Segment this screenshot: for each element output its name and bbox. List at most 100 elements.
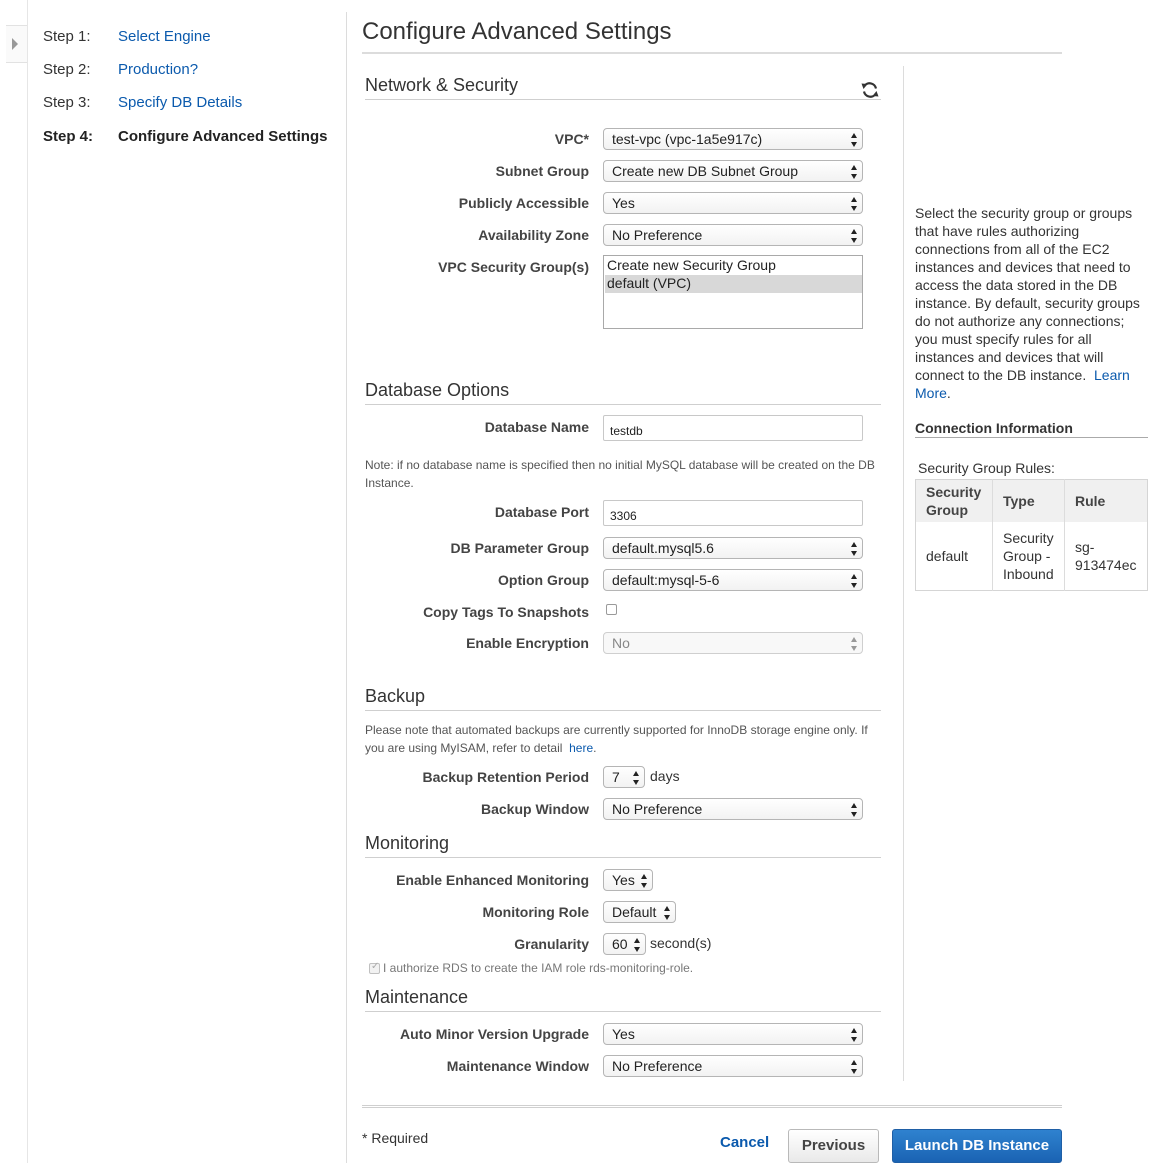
monitoring-section-rule	[365, 857, 881, 858]
launch-db-instance-button[interactable]: Launch DB Instance	[892, 1129, 1062, 1163]
backup-window-value: No Preference	[612, 801, 703, 817]
select-arrows-icon	[851, 133, 858, 147]
subnet-group-select[interactable]: Create new DB Subnet Group	[603, 160, 863, 182]
select-arrows-icon	[664, 906, 671, 920]
monitoring-role-select[interactable]: Default	[603, 901, 676, 923]
granularity-unit: second(s)	[650, 935, 712, 951]
maintenance-section-rule	[365, 1011, 881, 1012]
db-parameter-group-value: default.mysql5.6	[612, 540, 714, 556]
database-port-input[interactable]	[603, 500, 863, 526]
backup-window-select[interactable]: No Preference	[603, 798, 863, 820]
security-groups-label: VPC Security Group(s)	[438, 259, 589, 275]
column-header-security-group: Security Group	[915, 479, 993, 522]
enhanced-monitoring-value: Yes	[612, 872, 635, 888]
security-group-rules-title: Security Group Rules:	[918, 460, 1055, 476]
select-arrows-icon	[851, 803, 858, 817]
column-header-type: Type	[992, 479, 1065, 522]
step-3-link[interactable]: Specify DB Details	[118, 94, 242, 111]
backup-retention-label: Backup Retention Period	[422, 769, 589, 785]
select-arrows-icon	[633, 771, 640, 785]
option-group-label: Option Group	[498, 572, 589, 588]
authorize-iam-role-checkbox	[369, 961, 380, 974]
backup-window-label: Backup Window	[481, 801, 589, 817]
db-parameter-group-label: DB Parameter Group	[450, 540, 589, 556]
option-group-select[interactable]: default:mysql-5-6	[603, 569, 863, 591]
security-groups-listbox[interactable]: Create new Security Group default (VPC)	[603, 255, 863, 329]
collapse-sidebar-button[interactable]	[6, 25, 28, 63]
help-divider	[903, 66, 904, 1081]
maintenance-section-title: Maintenance	[365, 987, 469, 1007]
backup-retention-unit: days	[650, 768, 680, 784]
column-header-rule: Rule	[1064, 479, 1148, 522]
step-2-link[interactable]: Production?	[118, 61, 198, 78]
db-parameter-group-select[interactable]: default.mysql5.6	[603, 537, 863, 559]
previous-button[interactable]: Previous	[788, 1129, 879, 1163]
select-arrows-icon	[851, 574, 858, 588]
enhanced-monitoring-select[interactable]: Yes	[603, 869, 653, 891]
required-note: * Required	[362, 1130, 429, 1146]
connection-info-heading: Connection Information	[915, 420, 1073, 436]
database-name-label: Database Name	[484, 419, 589, 435]
vpc-value: test-vpc (vpc-1a5e917c)	[612, 131, 763, 147]
table-row: default Security Group - Inbound sg-9134…	[915, 522, 1148, 590]
publicly-accessible-select[interactable]: Yes	[603, 192, 863, 214]
select-arrows-icon	[851, 197, 858, 211]
database-section-rule	[365, 404, 881, 405]
subnet-group-value: Create new DB Subnet Group	[612, 163, 798, 179]
select-arrows-icon	[851, 165, 858, 179]
availability-zone-select[interactable]: No Preference	[603, 224, 863, 246]
rule-type-cell: Security Group - Inbound	[992, 522, 1065, 590]
step-4-current: Configure Advanced Settings	[118, 128, 328, 145]
auto-minor-upgrade-value: Yes	[612, 1026, 635, 1042]
maintenance-window-select[interactable]: No Preference	[603, 1055, 863, 1077]
vpc-label: VPC*	[554, 131, 589, 147]
granularity-select[interactable]: 60	[603, 933, 646, 955]
select-arrows-icon	[851, 1060, 858, 1074]
security-group-link[interactable]: default	[915, 522, 993, 590]
left-rail-divider	[27, 0, 28, 1163]
help-description: Select the security group or groups that…	[915, 205, 1140, 383]
database-name-note: Note: if no database name is specified t…	[365, 458, 875, 490]
connection-info-rule	[915, 437, 1148, 438]
database-section-title: Database Options	[365, 380, 510, 400]
availability-zone-value: No Preference	[612, 227, 703, 243]
backup-section-rule	[365, 710, 881, 711]
monitoring-role-value: Default	[612, 904, 657, 920]
security-group-option-default[interactable]: default (VPC)	[605, 275, 862, 293]
auto-minor-upgrade-select[interactable]: Yes	[603, 1023, 863, 1045]
publicly-accessible-value: Yes	[612, 195, 635, 211]
select-arrows-icon	[634, 938, 641, 952]
enable-encryption-value: No	[612, 635, 630, 651]
step-4-number: Step 4:	[43, 128, 94, 145]
select-arrows-icon	[851, 229, 858, 243]
select-arrows-icon	[851, 637, 858, 651]
backup-note-text: Please note that automated backups are c…	[365, 723, 868, 755]
step-1-link[interactable]: Select Engine	[118, 28, 211, 45]
copy-tags-checkbox[interactable]	[606, 604, 617, 615]
refresh-icon[interactable]	[860, 80, 880, 100]
enable-encryption-label: Enable Encryption	[466, 635, 589, 651]
maintenance-window-value: No Preference	[612, 1058, 703, 1074]
caret-right-icon	[12, 38, 18, 50]
enhanced-monitoring-label: Enable Enhanced Monitoring	[396, 872, 589, 888]
select-arrows-icon	[641, 874, 648, 888]
monitoring-section-title: Monitoring	[365, 833, 450, 853]
rule-id-cell: sg-913474ec	[1075, 538, 1137, 573]
security-group-option-create[interactable]: Create new Security Group	[605, 257, 862, 275]
backup-note-link[interactable]: here	[569, 741, 593, 755]
option-group-value: default:mysql-5-6	[612, 572, 720, 588]
database-name-input[interactable]	[603, 415, 863, 441]
auto-minor-upgrade-label: Auto Minor Version Upgrade	[399, 1026, 589, 1042]
publicly-accessible-label: Publicly Accessible	[458, 195, 589, 211]
monitoring-role-label: Monitoring Role	[482, 904, 589, 920]
wizard-divider	[346, 12, 347, 1163]
vpc-select[interactable]: test-vpc (vpc-1a5e917c)	[603, 128, 863, 150]
cancel-button[interactable]: Cancel	[720, 1134, 769, 1151]
step-3-number: Step 3:	[43, 94, 91, 111]
backup-retention-select[interactable]: 7	[603, 766, 645, 788]
help-text: Select the security group or groups that…	[915, 205, 1140, 401]
step-1-number: Step 1:	[43, 28, 91, 45]
page-title: Configure Advanced Settings	[362, 18, 672, 45]
title-divider	[362, 52, 1062, 54]
granularity-label: Granularity	[514, 936, 589, 952]
